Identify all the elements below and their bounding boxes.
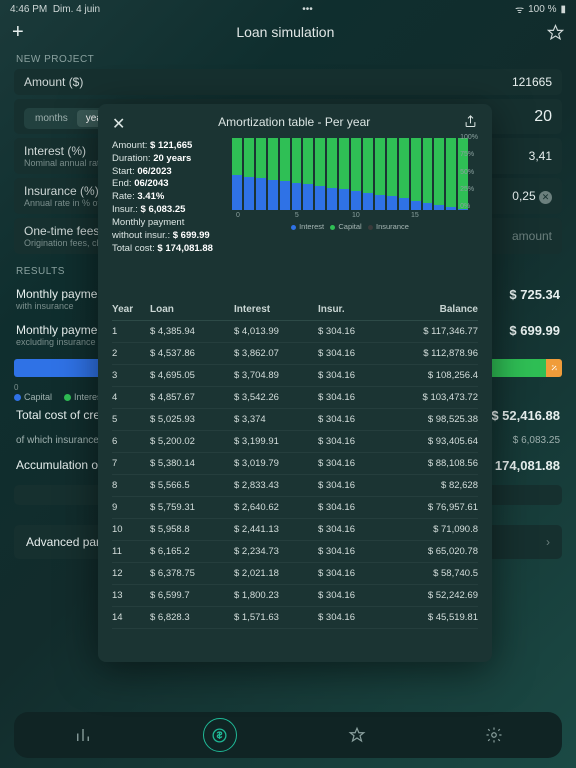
section-new-project: NEW PROJECT — [14, 46, 562, 69]
add-button[interactable]: + — [12, 21, 24, 44]
tab-favorites[interactable] — [340, 718, 374, 752]
monthly-without-insurance: $ 699.99 — [509, 323, 560, 338]
table-row[interactable]: 13$ 6,599.7$ 1,800.23$ 304.16$ 52,242.69 — [112, 585, 478, 607]
table-row[interactable]: 8$ 5,566.5$ 2,833.43$ 304.16$ 82,628 — [112, 475, 478, 497]
table-row[interactable]: 12$ 6,378.75$ 2,021.18$ 304.16$ 58,740.5 — [112, 563, 478, 585]
amortization-modal: ✕ Amortization table - Per year Amount: … — [98, 104, 492, 662]
tab-chart[interactable] — [66, 718, 100, 752]
amortization-chart: 100%75%50%25%0% 0 5 10 15 Interest Capit… — [224, 134, 476, 234]
chevron-right-icon: › — [546, 535, 550, 549]
amount-field[interactable]: Amount ($) 121665 — [14, 69, 562, 95]
table-row[interactable]: 9$ 5,759.31$ 2,640.62$ 304.16$ 76,957.61 — [112, 497, 478, 519]
close-button[interactable]: ✕ — [112, 114, 125, 134]
amortization-table: Year Loan Interest Insur. Balance 1$ 4,3… — [112, 299, 478, 652]
clear-icon[interactable]: ✕ — [539, 191, 552, 204]
table-row[interactable]: 2$ 4,537.86$ 3,862.07$ 304.16$ 112,878.9… — [112, 343, 478, 365]
page-title: Loan simulation — [24, 24, 547, 40]
favorite-button[interactable] — [547, 24, 564, 41]
accumulation: $ 174,081.88 — [484, 458, 560, 473]
wifi-icon: ᯤ — [515, 2, 524, 16]
app-header: + Loan simulation — [0, 18, 576, 46]
monthly-with-insurance: $ 725.34 — [509, 287, 560, 302]
tab-bar — [14, 712, 562, 758]
table-row[interactable]: 6$ 5,200.02$ 3,199.91$ 304.16$ 93,405.64 — [112, 431, 478, 453]
total-cost: $ 52,416.88 — [491, 408, 560, 423]
share-button[interactable] — [463, 114, 478, 129]
table-row[interactable]: 10$ 5,958.8$ 2,441.13$ 304.16$ 71,090.8 — [112, 519, 478, 541]
table-row[interactable]: 7$ 5,380.14$ 3,019.79$ 304.16$ 88,108.56 — [112, 453, 478, 475]
table-row[interactable]: 4$ 4,857.67$ 3,542.26$ 304.16$ 103,473.7… — [112, 387, 478, 409]
table-row[interactable]: 14$ 6,828.3$ 1,571.63$ 304.16$ 45,519.81 — [112, 607, 478, 629]
table-row[interactable]: 3$ 4,695.05$ 3,704.89$ 304.16$ 108,256.4 — [112, 365, 478, 387]
table-row[interactable]: 1$ 4,385.94$ 4,013.99$ 304.16$ 117,346.7… — [112, 321, 478, 343]
table-row[interactable]: 5$ 5,025.93$ 3,374$ 304.16$ 98,525.38 — [112, 409, 478, 431]
tab-loan[interactable] — [203, 718, 237, 752]
tab-settings[interactable] — [477, 718, 511, 752]
table-row[interactable]: 11$ 6,165.2$ 2,234.73$ 304.16$ 65,020.78 — [112, 541, 478, 563]
status-bar: 4:46 PM Dim. 4 juin ••• ᯤ 100 % ▮ — [0, 0, 576, 18]
battery-icon: ▮ — [560, 4, 566, 15]
